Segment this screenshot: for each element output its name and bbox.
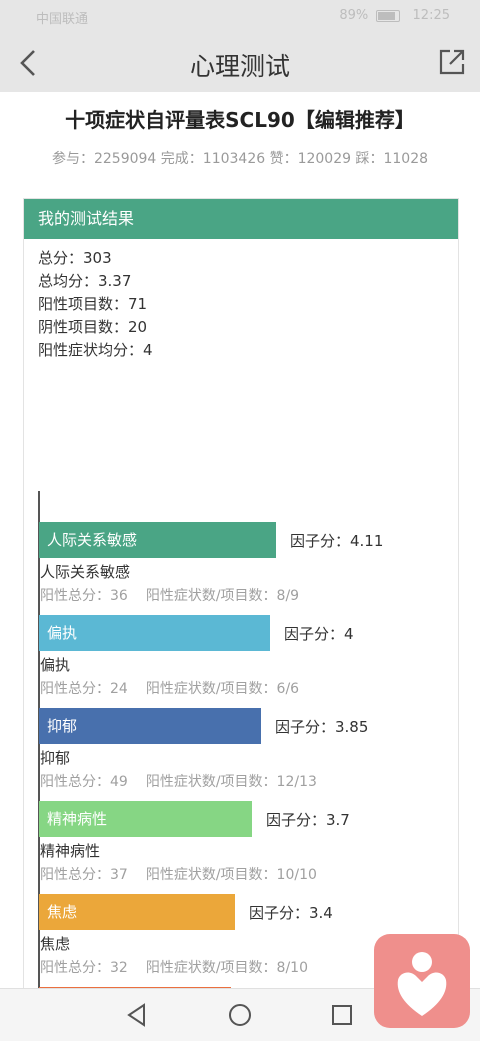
factor-positive-total: 阳性总分：36	[40, 588, 128, 604]
factor-name-label: 精神病性	[40, 842, 101, 860]
factor-score-label: 因子分：3.4	[249, 904, 333, 922]
square-recents-icon[interactable]	[328, 1001, 356, 1029]
carrier-label: 中国联通	[36, 12, 89, 27]
factor-bar: 偏执	[39, 615, 270, 651]
nav-bar: 心理测试	[0, 34, 480, 92]
factor-name-label: 偏执	[40, 656, 71, 674]
factor-bar: 精神病性	[39, 801, 252, 837]
factor-positive-count: 阳性症状数/项目数：6/6	[145, 681, 300, 697]
factor-meta-label: 阳性总分：37 阳性症状数/项目数：10/10	[40, 864, 317, 884]
factor-meta-label: 阳性总分：32 阳性症状数/项目数：8/10	[40, 957, 308, 977]
factor-meta-label: 阳性总分：49 阳性症状数/项目数：12/13	[40, 771, 317, 791]
factor-score-label: 因子分：3.7	[266, 811, 350, 829]
factor-positive-count: 阳性症状数/项目数：10/10	[145, 867, 317, 883]
status-bar: 中国联通 89% 12:25	[0, 0, 480, 34]
factor-positive-count: 阳性症状数/项目数：8/10	[145, 960, 308, 976]
result-summary: 总分：303 总均分：3.37 阳性项目数：71 阴性项目数：20 阳性症状均分…	[24, 239, 458, 362]
factor-name-label: 人际关系敏感	[40, 563, 131, 581]
status-right: 89% 12:25	[339, 8, 450, 23]
summary-line: 总分：303	[38, 249, 112, 267]
factor-meta-label: 阳性总分：24 阳性症状数/项目数：6/6	[40, 678, 299, 698]
factor-score-label: 因子分：4	[284, 625, 354, 643]
battery-icon	[376, 9, 401, 22]
factor-positive-count: 阳性症状数/项目数：8/9	[145, 588, 300, 604]
factor-positive-total: 阳性总分：24	[40, 681, 128, 697]
factor-bar: 焦虑	[39, 894, 235, 930]
factor-name-label: 抑郁	[40, 749, 71, 767]
summary-line: 总均分：3.37	[38, 272, 132, 290]
test-title: 十项症状自评量表SCL90【编辑推荐】	[65, 108, 415, 132]
share-icon[interactable]	[438, 48, 466, 76]
factor-positive-total: 阳性总分：32	[40, 960, 128, 976]
summary-line: 阴性项目数：20	[38, 318, 148, 336]
main-content: 十项症状自评量表SCL90【编辑推荐】 参与：2259094 完成：110342…	[0, 92, 480, 988]
test-stats: 参与：2259094 完成：1103426 赞：120029 踩：11028	[51, 151, 429, 167]
factor-bar-chart: 人际关系敏感 因子分：4.11 人际关系敏感 阳性总分：36 阳性症状数/项目数：8/9…	[24, 491, 458, 988]
circle-home-icon[interactable]	[226, 1001, 254, 1029]
factor-name-label: 焦虑	[40, 935, 71, 953]
factor-score-label: 因子分：3.85	[275, 718, 369, 736]
factor-bar: 抑郁	[39, 708, 261, 744]
summary-line: 阳性项目数：71	[38, 295, 148, 313]
factor-positive-total: 阳性总分：37	[40, 867, 128, 883]
floating-app-button[interactable]	[374, 934, 470, 1028]
triangle-back-icon[interactable]	[124, 1001, 152, 1029]
result-card: 我的测试结果 总分：303 总均分：3.37 阳性项目数：71 阴性项目数：20…	[23, 198, 459, 988]
page-title: 心理测试	[189, 52, 290, 81]
factor-bar: 人际关系敏感	[39, 522, 276, 558]
summary-line: 阳性症状均分：4	[38, 341, 153, 359]
clock: 12:25	[412, 8, 450, 23]
battery-level: 89%	[339, 8, 369, 23]
result-card-header: 我的测试结果	[24, 199, 458, 239]
factor-positive-total: 阳性总分：49	[40, 774, 128, 790]
factor-meta-label: 阳性总分：36 阳性症状数/项目数：8/9	[40, 585, 299, 605]
factor-score-label: 因子分：4.11	[290, 532, 384, 550]
heart-person-icon	[397, 952, 447, 1016]
factor-positive-count: 阳性症状数/项目数：12/13	[145, 774, 317, 790]
